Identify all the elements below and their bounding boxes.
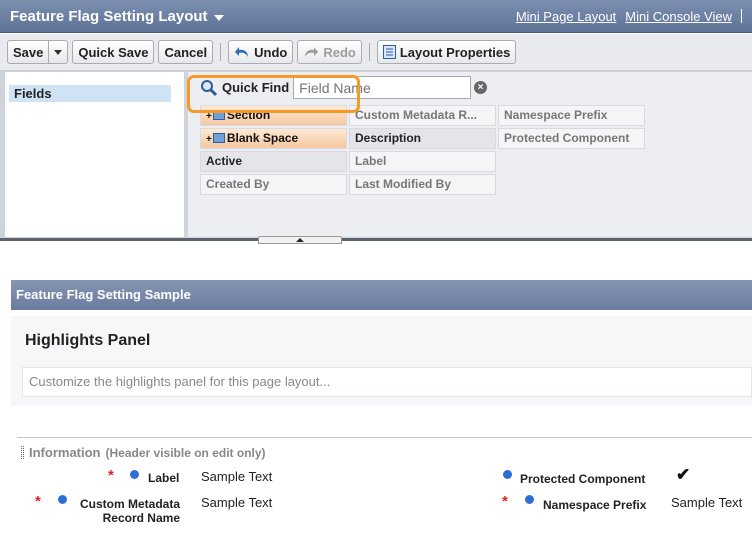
undo-label: Undo	[254, 44, 288, 60]
required-marker: *	[35, 493, 41, 510]
redo-label: Redo	[323, 44, 356, 60]
record-name-line-1: Custom Metadata	[79, 497, 180, 511]
collapse-palette-handle[interactable]	[258, 236, 342, 244]
field-protected-component-label[interactable]: Protected Component	[520, 472, 645, 486]
chevron-down-icon[interactable]	[213, 14, 224, 21]
layout-properties-icon	[382, 45, 396, 59]
layout-properties-button[interactable]: Layout Properties	[376, 40, 517, 64]
palette-item-created-by[interactable]: Created By	[200, 174, 347, 195]
information-section-header[interactable]: Information (Header visible on edit only…	[21, 445, 266, 460]
mini-console-view-link[interactable]: Mini Console View	[625, 9, 732, 24]
add-icon: +	[206, 134, 212, 145]
palette-item-last-modified-by[interactable]: Last Modified By	[349, 174, 496, 195]
palette-category-list: Fields	[5, 72, 184, 237]
chevron-down-icon	[54, 49, 63, 55]
blank-space-icon	[212, 133, 225, 143]
active-field-highlight	[187, 75, 360, 113]
field-dot-icon	[130, 470, 139, 479]
layout-title-text: Feature Flag Setting Layout	[10, 7, 208, 25]
link-divider	[741, 9, 742, 23]
palette-item-label: Blank Space	[226, 131, 299, 145]
redo-button[interactable]: Redo	[297, 40, 362, 64]
undo-button[interactable]: Undo	[228, 40, 294, 64]
palette-item-blank-space[interactable]: + Blank Space	[200, 128, 347, 149]
highlights-panel-title: Highlights Panel	[25, 332, 151, 349]
highlights-panel[interactable]: Highlights Panel Customize the highlight…	[11, 316, 752, 406]
palette-item-protected-component[interactable]: Protected Component	[498, 128, 645, 149]
record-name-line-2: Record Name	[102, 511, 180, 525]
field-record-name-value: Sample Text	[201, 495, 273, 510]
required-marker: *	[108, 467, 114, 484]
required-marker: *	[502, 493, 508, 510]
information-section[interactable]: Information (Header visible on edit only…	[17, 437, 752, 534]
field-dot-icon	[503, 470, 512, 479]
palette-item-custom-metadata-record-name[interactable]: Custom Metadata R...	[349, 105, 496, 126]
toolbar-divider	[368, 43, 370, 61]
top-links: Mini Page Layout Mini Console View	[516, 9, 742, 24]
layout-section-header: Feature Flag Setting Sample	[11, 280, 752, 310]
undo-icon	[235, 47, 249, 57]
redo-icon	[305, 47, 319, 57]
page-layout-canvas: Feature Flag Setting Sample Highlights P…	[0, 244, 752, 534]
title-bar: Feature Flag Setting Layout Mini Page La…	[0, 0, 752, 33]
palette-item-description[interactable]: Description	[349, 128, 496, 149]
quick-save-button[interactable]: Quick Save	[72, 40, 155, 64]
field-label-label[interactable]: Label	[148, 471, 179, 485]
layout-properties-label: Layout Properties	[399, 44, 511, 60]
highlights-panel-placeholder[interactable]: Customize the highlights panel for this …	[22, 367, 752, 397]
field-record-name-label[interactable]: Custom Metadata Record Name	[73, 497, 180, 525]
field-label-value: Sample Text	[201, 469, 273, 484]
clear-search-icon[interactable]: ×	[474, 81, 487, 94]
save-button[interactable]: Save	[7, 40, 50, 64]
checkbox-checked-icon: ✔	[676, 465, 691, 484]
field-dot-icon	[525, 495, 534, 504]
save-split-button: Save	[7, 40, 69, 64]
field-palette: Fields Quick Find × +Section Custom Meta…	[0, 71, 752, 244]
palette-item-active[interactable]: Active	[200, 151, 347, 172]
toolbar: Save Quick Save Cancel Undo Redo Layout …	[0, 34, 752, 71]
information-subtitle: (Header visible on edit only)	[105, 445, 266, 460]
field-namespace-prefix-label[interactable]: Namespace Prefix	[543, 498, 646, 512]
layout-title[interactable]: Feature Flag Setting Layout	[10, 8, 224, 25]
drag-handle-icon[interactable]	[21, 446, 24, 459]
save-dropdown-button[interactable]	[49, 40, 69, 64]
palette-item-namespace-prefix[interactable]: Namespace Prefix	[498, 105, 645, 126]
field-namespace-prefix-value: Sample Text	[671, 495, 743, 510]
field-dot-icon	[58, 495, 67, 504]
palette-item-label[interactable]: Label	[349, 151, 496, 172]
toolbar-divider	[220, 43, 222, 61]
category-fields[interactable]: Fields	[9, 85, 171, 102]
information-title: Information	[29, 445, 101, 460]
cancel-button[interactable]: Cancel	[158, 40, 214, 64]
mini-page-layout-link[interactable]: Mini Page Layout	[516, 9, 616, 24]
